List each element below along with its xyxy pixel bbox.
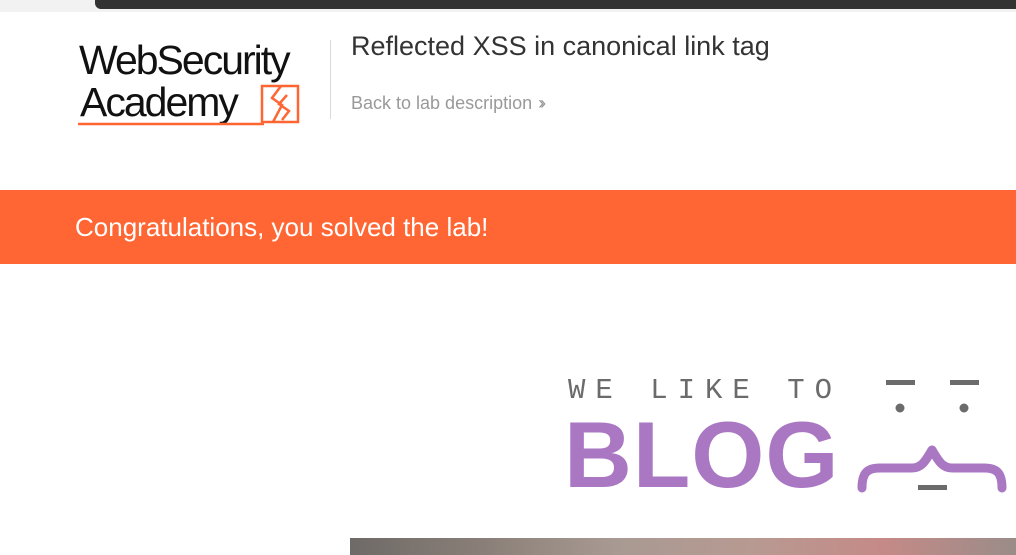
- double-chevron-right-icon: ››: [538, 93, 546, 113]
- back-to-lab-description-link[interactable]: Back to lab description ››: [351, 93, 546, 114]
- browser-tab-bar: [95, 0, 1016, 9]
- logo-mark-icon: [78, 84, 300, 126]
- browser-tab-strip: [0, 0, 1016, 12]
- lab-title: Reflected XSS in canonical link tag: [351, 31, 770, 61]
- web-security-academy-logo[interactable]: WebSecurity Academy: [76, 38, 328, 130]
- blog-title: BLOG: [564, 402, 840, 507]
- face-icon: [857, 380, 1007, 493]
- solved-message: Congratulations, you solved the lab!: [75, 212, 489, 242]
- blog-hero-image: [350, 538, 1016, 555]
- back-link-label: Back to lab description: [351, 93, 533, 113]
- solved-banner: Congratulations, you solved the lab!: [0, 190, 1016, 264]
- header-divider: [330, 40, 331, 119]
